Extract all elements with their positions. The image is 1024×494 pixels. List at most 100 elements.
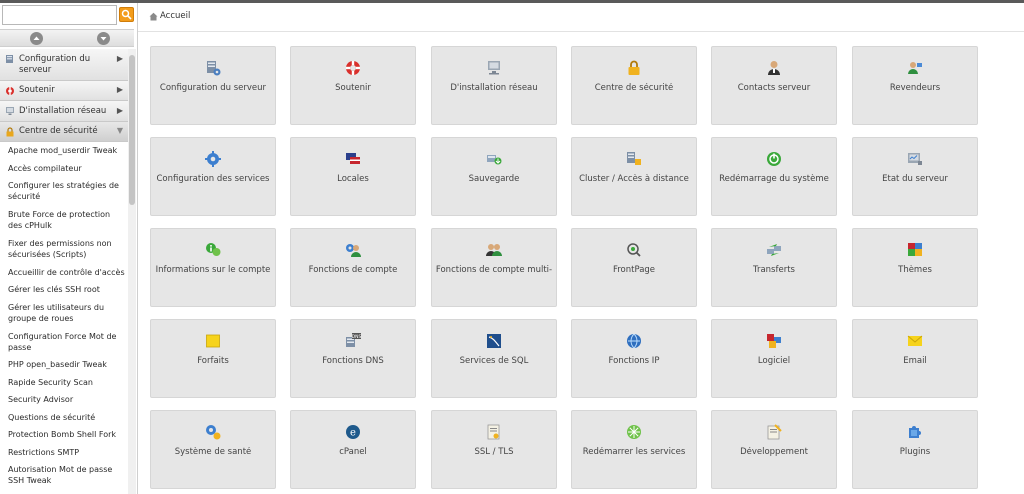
top-bar — [0, 0, 1024, 3]
gear-icon — [205, 151, 221, 167]
tile-label: Thèmes — [898, 265, 932, 275]
tile-label: Forfaits — [197, 356, 229, 366]
chevron-up-icon — [33, 36, 40, 40]
cpanel-icon: e — [346, 425, 360, 439]
submenu-item[interactable]: Fixer des permissions non sécurisées (Sc… — [8, 238, 126, 260]
submenu-item[interactable]: Gérer les clés SSH root — [8, 284, 126, 295]
sidebar-item-support[interactable]: Soutenir ▶ — [0, 81, 128, 101]
tile-server-contacts[interactable]: Contacts serveur — [711, 46, 837, 125]
tile-label: Centre de sécurité — [594, 83, 674, 93]
submenu-item[interactable]: Configurer les stratégies de sécurité — [8, 180, 126, 202]
tile-label: Redémarrer les services — [582, 447, 686, 457]
frontpage-icon — [627, 243, 641, 257]
tile-sql[interactable]: Services de SQL — [431, 319, 557, 398]
tile-network[interactable]: D'installation réseau — [431, 46, 557, 125]
search-button[interactable] — [119, 7, 134, 22]
submenu-item[interactable]: Rapide Security Scan — [8, 377, 126, 388]
tile-packages[interactable]: Forfaits — [150, 319, 276, 398]
development-icon — [767, 424, 782, 440]
server-config-icon — [6, 55, 13, 63]
tile-plugins[interactable]: Plugins — [852, 410, 978, 489]
scrollbar-thumb[interactable] — [129, 55, 135, 205]
home-icon[interactable] — [149, 12, 158, 21]
search-input[interactable] — [2, 5, 117, 25]
tile-label: Services de SQL — [459, 356, 529, 366]
tile-resellers[interactable]: Revendeurs — [852, 46, 978, 125]
tile-software[interactable]: Logiciel — [711, 319, 837, 398]
scroll-up-button[interactable] — [30, 32, 43, 45]
sidebar-item-network[interactable]: D'installation réseau ▶ — [0, 101, 128, 122]
network-icon — [6, 107, 14, 115]
sidebar: Configuration du serveur ▶ Soutenir ▶ D'… — [0, 3, 138, 494]
tile-label: Configuration du serveur — [159, 83, 267, 93]
tile-server-status[interactable]: État du serveur — [852, 137, 978, 216]
sidebar-item-server-config[interactable]: Configuration du serveur ▶ — [0, 49, 128, 81]
scroll-down-button[interactable] — [97, 32, 110, 45]
dns-icon: DNS — [346, 333, 362, 347]
tile-label: Sauvegarde — [468, 174, 520, 184]
account-info-icon — [206, 243, 221, 256]
submenu-item[interactable]: Gérer les utilisateurs du groupe de roue… — [8, 302, 126, 324]
svg-text:DNS: DNS — [352, 334, 362, 340]
tile-support[interactable]: Soutenir — [290, 46, 416, 125]
tile-backup[interactable]: Sauvegarde — [431, 137, 557, 216]
tile-security-center[interactable]: Centre de sécurité — [571, 46, 697, 125]
chevron-right-icon: ▶ — [116, 106, 123, 115]
sidebar-scrollbar[interactable] — [128, 49, 136, 494]
tile-ip[interactable]: Fonctions IP — [571, 319, 697, 398]
tile-email[interactable]: Email — [852, 319, 978, 398]
sidebar-item-security[interactable]: Centre de sécurité ▼ — [0, 122, 128, 142]
chevron-down-icon — [100, 37, 107, 41]
power-icon — [767, 152, 781, 166]
tile-ssl-tls[interactable]: SSL / TLS — [431, 410, 557, 489]
tile-label: Plugins — [899, 447, 931, 457]
tile-label: Développement — [740, 447, 808, 457]
tile-label: Fonctions de compte multi- — [435, 265, 553, 275]
tile-label: Redémarrage du système — [719, 174, 829, 184]
sidebar-nav-arrows — [0, 29, 134, 47]
submenu-item[interactable]: Accès compilateur — [8, 163, 126, 174]
server-config-icon — [207, 61, 221, 76]
submenu-item[interactable]: PHP open_basedir Tweak — [8, 359, 126, 370]
tile-system-health[interactable]: Système de santé — [150, 410, 276, 489]
tile-frontpage[interactable]: FrontPage — [571, 228, 697, 307]
backup-icon — [487, 155, 502, 165]
tile-themes[interactable]: Thèmes — [852, 228, 978, 307]
tile-cluster[interactable]: Cluster / Accès à distance — [571, 137, 697, 216]
breadcrumb-home-link[interactable]: Accueil — [160, 11, 190, 21]
tile-transfers[interactable]: Transferts — [711, 228, 837, 307]
tile-system-reboot[interactable]: Redémarrage du système — [711, 137, 837, 216]
submenu-item[interactable]: Protection Bomb Shell Fork — [8, 429, 126, 440]
tile-restart-services[interactable]: Redémarrer les services — [571, 410, 697, 489]
tile-dns[interactable]: DNS Fonctions DNS — [290, 319, 416, 398]
tile-label: État du serveur — [882, 174, 948, 184]
transfer-icon — [767, 244, 781, 256]
tile-server-config[interactable]: Configuration du serveur — [150, 46, 276, 125]
health-icon — [206, 425, 221, 440]
server-status-icon — [908, 153, 922, 165]
submenu-item[interactable]: Questions de sécurité — [8, 412, 126, 423]
search-box — [2, 5, 134, 25]
tile-account-functions[interactable]: Fonctions de compte — [290, 228, 416, 307]
submenu-item[interactable]: Accueillir de contrôle d'accès — [8, 267, 126, 278]
tile-account-info[interactable]: Informations sur le compte — [150, 228, 276, 307]
submenu-item[interactable]: Apache mod_userdir Tweak — [8, 145, 126, 156]
tile-label: Contacts serveur — [737, 83, 811, 93]
tile-locales[interactable]: Locales — [290, 137, 416, 216]
tile-label: Configuration des services — [156, 174, 270, 184]
tile-multi-account[interactable]: Fonctions de compte multi- — [431, 228, 557, 307]
tile-cpanel[interactable]: e cPanel — [290, 410, 416, 489]
submenu-item[interactable]: Security Advisor — [8, 394, 126, 405]
multi-account-icon — [486, 244, 502, 256]
search-icon — [121, 9, 132, 20]
submenu-item[interactable]: Configuration Force Mot de passe — [8, 331, 126, 353]
submenu-item[interactable]: Restrictions SMTP — [8, 447, 126, 458]
tile-label: Informations sur le compte — [155, 265, 271, 275]
submenu-item[interactable]: Brute Force de protection des cPHulk — [8, 209, 126, 231]
flag-icon — [346, 153, 360, 164]
account-functions-icon — [346, 244, 361, 257]
submenu-item[interactable]: Autorisation Mot de passe SSH Tweak — [8, 464, 126, 486]
tile-service-config[interactable]: Configuration des services — [150, 137, 276, 216]
package-icon — [206, 334, 220, 348]
tile-development[interactable]: Développement — [711, 410, 837, 489]
